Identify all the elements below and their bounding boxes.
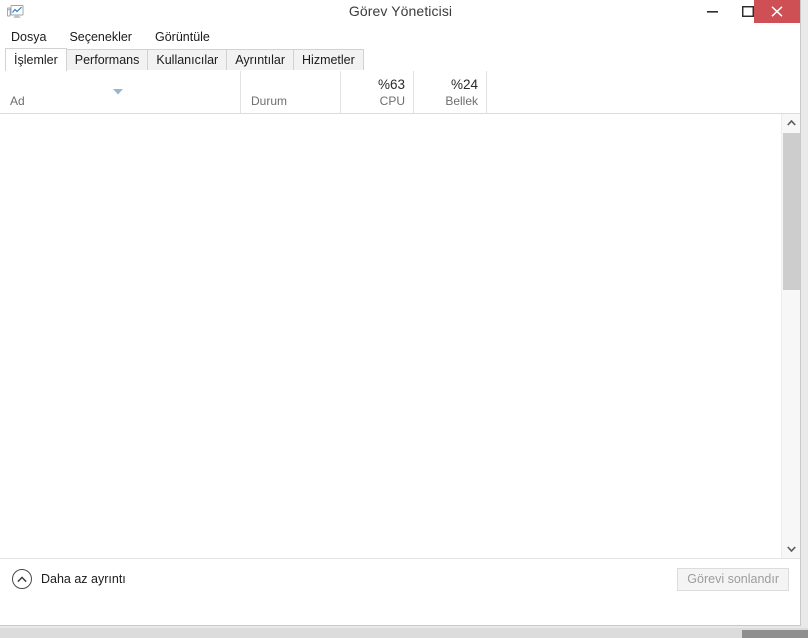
desktop-background: Görev Yöneticisi Dosya Seçenekler Görünt… xyxy=(0,0,808,638)
column-header-row: Ad Durum %63 CPU %24 Bellek xyxy=(0,71,800,114)
title-bar: Görev Yöneticisi xyxy=(0,0,800,26)
tab-details[interactable]: Ayrıntılar xyxy=(226,49,295,71)
vertical-scrollbar[interactable] xyxy=(781,114,800,558)
tab-performance[interactable]: Performans xyxy=(65,49,149,71)
status-bar: Daha az ayrıntı Görevi sonlandır xyxy=(0,558,800,604)
desktop-strip-dark xyxy=(742,630,808,638)
column-header-memory[interactable]: %24 Bellek xyxy=(413,71,486,113)
scrollbar-thumb[interactable] xyxy=(783,133,800,290)
cpu-usage-percent: %63 xyxy=(377,77,405,92)
fewer-details-label: Daha az ayrıntı xyxy=(41,572,126,586)
tab-services[interactable]: Hizmetler xyxy=(293,49,364,71)
menu-item-view[interactable]: Görüntüle xyxy=(152,29,213,45)
close-button[interactable] xyxy=(754,0,800,23)
chevron-up-circle-icon xyxy=(12,569,32,589)
minimize-button[interactable] xyxy=(694,0,731,23)
process-list-area xyxy=(0,114,800,558)
memory-usage-percent: %24 xyxy=(450,77,478,92)
column-label-name: Ad xyxy=(10,94,25,108)
column-header-status[interactable]: Durum xyxy=(240,71,340,113)
task-manager-icon xyxy=(7,4,24,20)
tab-processes[interactable]: İşlemler xyxy=(5,48,67,71)
desktop-strip-light xyxy=(0,628,808,638)
tab-bar: İşlemler Performans Kullanıcılar Ayrıntı… xyxy=(0,48,800,71)
column-header-name[interactable]: Ad xyxy=(0,71,240,113)
task-manager-window: Görev Yöneticisi Dosya Seçenekler Görünt… xyxy=(0,0,801,626)
menu-bar: Dosya Seçenekler Görüntüle xyxy=(0,26,800,48)
chevron-up-icon xyxy=(786,120,796,126)
minimize-icon xyxy=(707,11,718,13)
column-label-memory: Bellek xyxy=(445,94,478,108)
scroll-up-button[interactable] xyxy=(782,114,800,132)
column-label-cpu: CPU xyxy=(379,94,405,108)
content-area: Ad Durum %63 CPU %24 Bellek Daha az ayrı… xyxy=(0,71,800,604)
end-task-button[interactable]: Görevi sonlandır xyxy=(677,568,789,591)
menu-item-options[interactable]: Seçenekler xyxy=(66,29,135,45)
tab-users[interactable]: Kullanıcılar xyxy=(147,49,228,71)
window-title: Görev Yöneticisi xyxy=(348,3,453,19)
scroll-down-button[interactable] xyxy=(782,540,800,558)
sort-ascending-icon xyxy=(113,82,123,95)
process-list[interactable] xyxy=(0,114,781,558)
menu-item-file[interactable]: Dosya xyxy=(8,29,49,45)
fewer-details-button[interactable]: Daha az ayrıntı xyxy=(12,569,126,589)
chevron-down-icon xyxy=(786,546,796,552)
column-header-filler xyxy=(486,71,800,113)
close-icon xyxy=(771,6,783,17)
maximize-icon xyxy=(741,6,754,17)
column-header-cpu[interactable]: %63 CPU xyxy=(340,71,413,113)
column-label-status: Durum xyxy=(251,94,288,108)
